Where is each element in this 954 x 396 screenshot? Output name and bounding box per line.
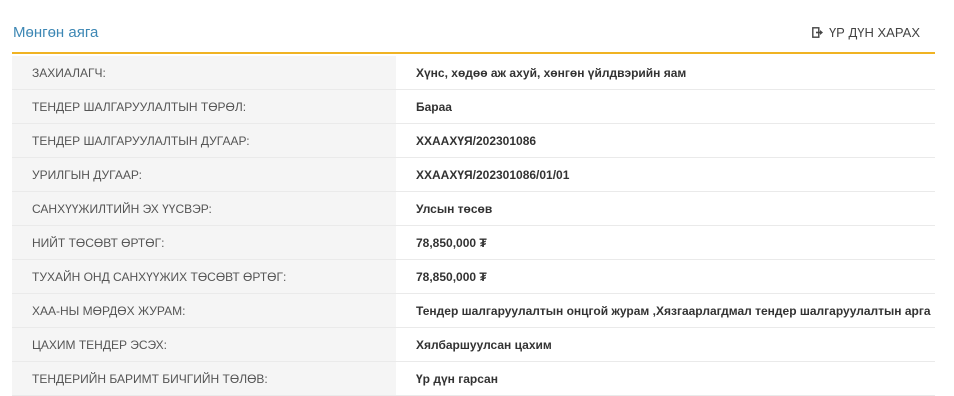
row-label: ТЕНДЕР ШАЛГАРУУЛАЛТЫН ТӨРӨЛ: (12, 90, 396, 123)
row-value: Бараа (396, 90, 935, 123)
table-row: ЦАХИМ ТЕНДЕР ЭСЭХ: Хялбаршуулсан цахим (12, 328, 935, 362)
tender-details-table: ЗАХИАЛАГЧ: Хүнс, хөдөө аж ахуй, хөнгөн ү… (12, 56, 935, 396)
table-row: ТЕНДЕРИЙН БАРИМТ БИЧГИЙН ТӨЛӨВ: Үр дүн г… (12, 362, 935, 396)
sign-out-icon (812, 27, 824, 38)
row-value: 78,850,000 ₮ (396, 226, 935, 259)
row-label: ТУХАЙН ОНД САНХҮҮЖИХ ТӨСӨВТ ӨРТӨГ: (12, 260, 396, 293)
row-label: УРИЛГЫН ДУГААР: (12, 158, 396, 191)
section-title: Мөнгөн аяга (13, 24, 99, 41)
row-label: ТЕНДЕР ШАЛГАРУУЛАЛТЫН ДУГААР: (12, 124, 396, 157)
row-label: САНХҮҮЖИЛТИЙН ЭХ ҮҮСВЭР: (12, 192, 396, 225)
row-label: ЦАХИМ ТЕНДЕР ЭСЭХ: (12, 328, 396, 361)
row-label: НИЙТ ТӨСӨВТ ӨРТӨГ: (12, 226, 396, 259)
row-value: Тендер шалгаруулалтын онцгой журам ,Хязг… (396, 294, 935, 327)
table-row: ЗАХИАЛАГЧ: Хүнс, хөдөө аж ахуй, хөнгөн ү… (12, 56, 935, 90)
table-row: УРИЛГЫН ДУГААР: ХХААХҮЯ/202301086/01/01 (12, 158, 935, 192)
view-results-label: ҮР ДҮН ХАРАХ (828, 25, 920, 40)
view-results-link[interactable]: ҮР ДҮН ХАРАХ (812, 25, 920, 40)
row-label: ХАА-НЫ МӨРДӨХ ЖУРАМ: (12, 294, 396, 327)
row-label: ЗАХИАЛАГЧ: (12, 56, 396, 89)
row-value: 78,850,000 ₮ (396, 260, 935, 293)
row-value: Хялбаршуулсан цахим (396, 328, 935, 361)
row-value: Улсын төсөв (396, 192, 935, 225)
table-row: ТЕНДЕР ШАЛГАРУУЛАЛТЫН ДУГААР: ХХААХҮЯ/20… (12, 124, 935, 158)
table-row: ТУХАЙН ОНД САНХҮҮЖИХ ТӨСӨВТ ӨРТӨГ: 78,85… (12, 260, 935, 294)
table-row: ТЕНДЕР ШАЛГАРУУЛАЛТЫН ТӨРӨЛ: Бараа (12, 90, 935, 124)
table-row: НИЙТ ТӨСӨВТ ӨРТӨГ: 78,850,000 ₮ (12, 226, 935, 260)
row-value: ХХААХҮЯ/202301086 (396, 124, 935, 157)
row-value: Хүнс, хөдөө аж ахуй, хөнгөн үйлдвэрийн я… (396, 56, 935, 89)
table-row: ХАА-НЫ МӨРДӨХ ЖУРАМ: Тендер шалгаруулалт… (12, 294, 935, 328)
row-label: ТЕНДЕРИЙН БАРИМТ БИЧГИЙН ТӨЛӨВ: (12, 362, 396, 395)
table-row: САНХҮҮЖИЛТИЙН ЭХ ҮҮСВЭР: Улсын төсөв (12, 192, 935, 226)
row-value: ХХААХҮЯ/202301086/01/01 (396, 158, 935, 191)
section-header: Мөнгөн аяга ҮР ДҮН ХАРАХ (12, 0, 935, 54)
row-value: Үр дүн гарсан (396, 362, 935, 395)
